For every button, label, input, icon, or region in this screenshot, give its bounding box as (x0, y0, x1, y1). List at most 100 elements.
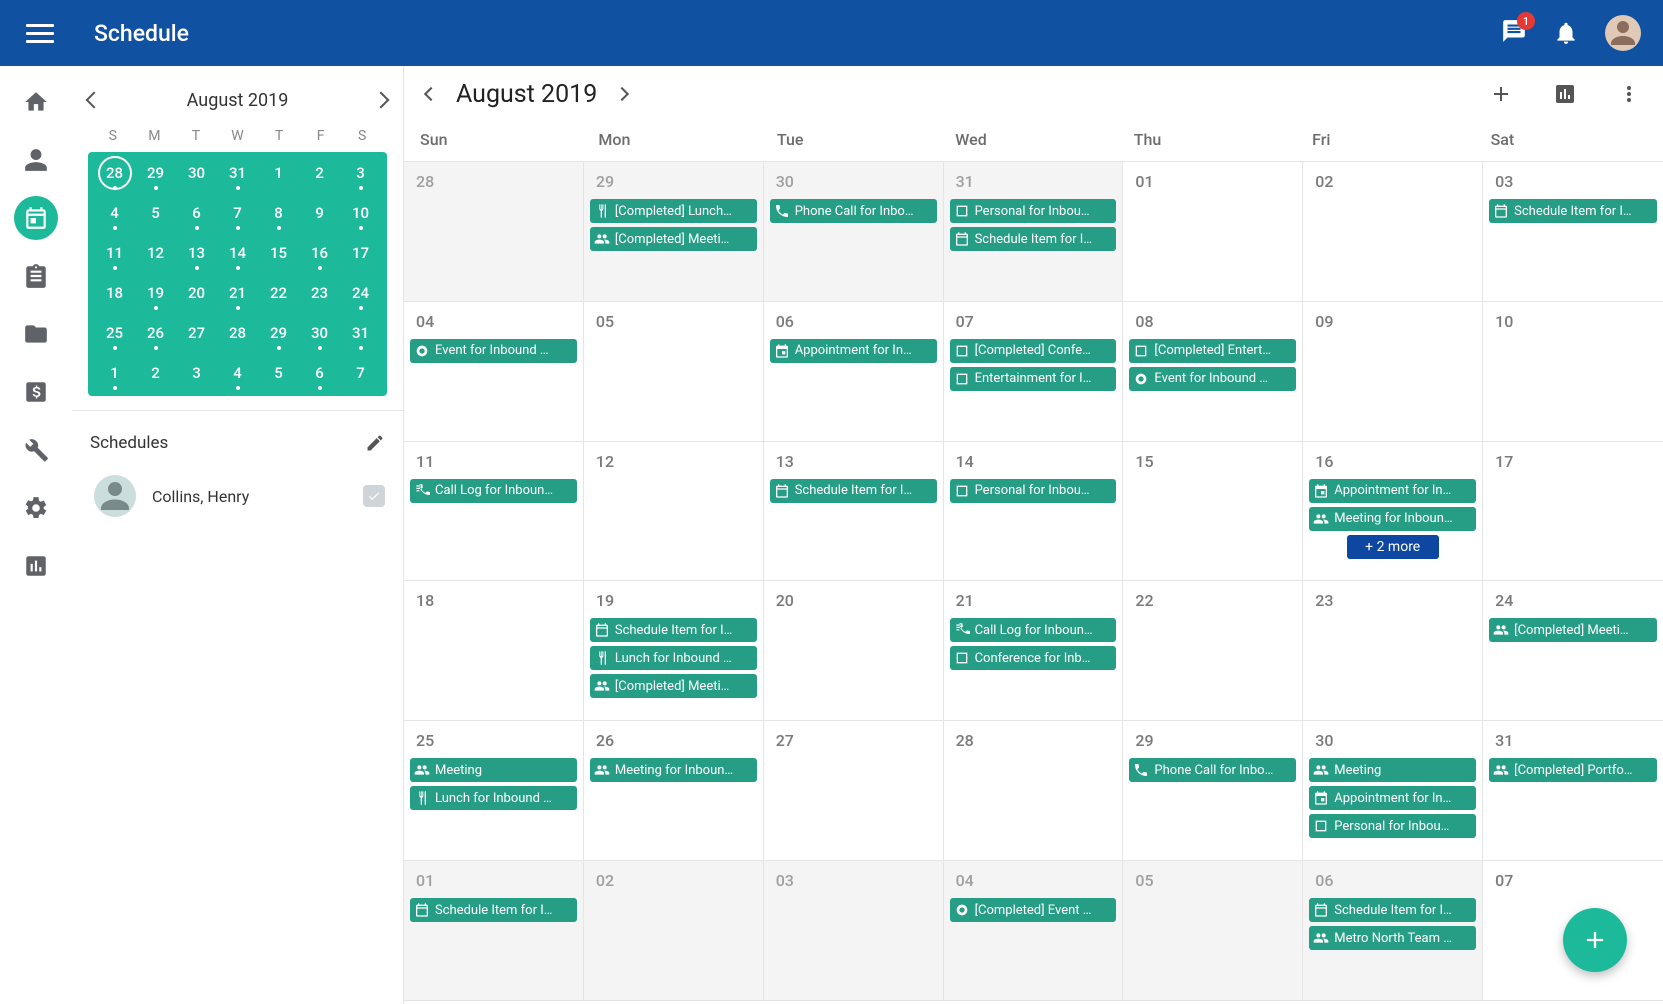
calendar-cell[interactable]: 06Schedule Item for I…Metro North Team … (1303, 861, 1483, 1001)
mini-cal-day[interactable]: 29 (135, 158, 176, 188)
fab-add-button[interactable] (1563, 908, 1627, 972)
calendar-cell[interactable]: 01 (1123, 162, 1303, 302)
mini-cal-day[interactable]: 31 (340, 318, 381, 348)
mini-cal-day[interactable]: 4 (217, 358, 258, 388)
more-menu-icon[interactable] (1617, 82, 1641, 106)
nav-home[interactable] (14, 80, 58, 124)
event-pill[interactable]: Metro North Team … (1309, 926, 1476, 950)
calendar-cell[interactable]: 19Schedule Item for I…Lunch for Inbound … (584, 581, 764, 721)
event-pill[interactable]: [Completed] Meeti… (1489, 618, 1657, 642)
calendar-cell[interactable]: 05 (1123, 861, 1303, 1001)
event-pill[interactable]: Meeting for Inboun… (1309, 507, 1476, 531)
mini-cal-day[interactable]: 9 (299, 198, 340, 228)
schedule-toggle[interactable] (363, 485, 385, 507)
mini-cal-day[interactable]: 17 (340, 238, 381, 268)
calendar-cell[interactable]: 21Call Log for Inboun…Conference for Inb… (944, 581, 1124, 721)
nav-files[interactable] (14, 312, 58, 356)
mini-cal-day[interactable]: 7 (340, 358, 381, 388)
event-pill[interactable]: Call Log for Inboun… (950, 618, 1117, 642)
calendar-cell[interactable]: 03Schedule Item for I… (1483, 162, 1663, 302)
calendar-cell[interactable]: 01Schedule Item for I… (404, 861, 584, 1001)
event-pill[interactable]: Appointment for In… (1309, 479, 1476, 503)
mini-cal-day[interactable]: 30 (176, 158, 217, 188)
event-pill[interactable]: Lunch for Inbound … (590, 646, 757, 670)
mini-cal-prev[interactable] (86, 92, 103, 109)
calendar-cell[interactable]: 08[Completed] Entert…Event for Inbound … (1123, 302, 1303, 442)
mini-cal-day[interactable]: 1 (94, 358, 135, 388)
edit-schedules-icon[interactable] (365, 433, 385, 453)
calendar-cell[interactable]: 17 (1483, 442, 1663, 582)
month-next[interactable] (615, 87, 629, 101)
mini-cal-day[interactable]: 2 (299, 158, 340, 188)
nav-reports[interactable] (14, 544, 58, 588)
calendar-cell[interactable]: 22 (1123, 581, 1303, 721)
mini-cal-day[interactable]: 5 (258, 358, 299, 388)
calendar-cell[interactable]: 12 (584, 442, 764, 582)
mini-cal-day[interactable]: 22 (258, 278, 299, 308)
mini-cal-day[interactable]: 24 (340, 278, 381, 308)
event-pill[interactable]: [Completed] Lunch… (590, 199, 757, 223)
calendar-cell[interactable]: 27 (764, 721, 944, 861)
mini-cal-day[interactable]: 11 (94, 238, 135, 268)
calendar-cell[interactable]: 02 (584, 861, 764, 1001)
mini-cal-day[interactable]: 8 (258, 198, 299, 228)
mini-cal-day[interactable]: 12 (135, 238, 176, 268)
mini-cal-day[interactable]: 28 (217, 318, 258, 348)
calendar-cell[interactable]: 06Appointment for In… (764, 302, 944, 442)
more-events-button[interactable]: + 2 more (1347, 535, 1439, 559)
event-pill[interactable]: Event for Inbound … (1129, 367, 1296, 391)
month-prev[interactable] (424, 87, 438, 101)
user-avatar[interactable] (1605, 15, 1641, 51)
calendar-cell[interactable]: 31[Completed] Portfo… (1483, 721, 1663, 861)
menu-toggle-button[interactable] (26, 19, 54, 47)
event-pill[interactable]: [Completed] Meeti… (590, 227, 757, 251)
nav-tools[interactable] (14, 428, 58, 472)
mini-cal-day[interactable]: 23 (299, 278, 340, 308)
calendar-cell[interactable]: 03 (764, 861, 944, 1001)
nav-settings[interactable] (14, 486, 58, 530)
calendar-cell[interactable]: 28 (944, 721, 1124, 861)
event-pill[interactable]: Schedule Item for I… (410, 898, 577, 922)
event-pill[interactable]: Lunch for Inbound … (410, 786, 577, 810)
mini-cal-day[interactable]: 16 (299, 238, 340, 268)
calendar-cell[interactable]: 07[Completed] Confe…Entertainment for I… (944, 302, 1124, 442)
calendar-cell[interactable]: 11Call Log for Inboun… (404, 442, 584, 582)
calendar-cell[interactable]: 15 (1123, 442, 1303, 582)
event-pill[interactable]: [Completed] Meeti… (590, 674, 757, 698)
event-pill[interactable]: Entertainment for I… (950, 367, 1117, 391)
calendar-cell[interactable]: 09 (1303, 302, 1483, 442)
mini-cal-day[interactable]: 2 (135, 358, 176, 388)
event-pill[interactable]: Event for Inbound … (410, 339, 577, 363)
mini-cal-day[interactable]: 28 (100, 158, 130, 188)
report-view-icon[interactable] (1553, 82, 1577, 106)
calendar-cell[interactable]: 10 (1483, 302, 1663, 442)
mini-cal-day[interactable]: 19 (135, 278, 176, 308)
event-pill[interactable]: [Completed] Confe… (950, 339, 1117, 363)
mini-cal-day[interactable]: 5 (135, 198, 176, 228)
calendar-cell[interactable]: 28 (404, 162, 584, 302)
schedule-row[interactable]: Collins, Henry (90, 461, 385, 517)
event-pill[interactable]: Conference for Inb… (950, 646, 1117, 670)
calendar-cell[interactable]: 29Phone Call for Inbo… (1123, 721, 1303, 861)
event-pill[interactable]: Phone Call for Inbo… (1129, 758, 1296, 782)
event-pill[interactable]: Schedule Item for I… (770, 479, 937, 503)
event-pill[interactable]: Personal for Inbou… (1309, 814, 1476, 838)
calendar-cell[interactable]: 05 (584, 302, 764, 442)
event-pill[interactable]: Phone Call for Inbo… (770, 199, 937, 223)
mini-cal-day[interactable]: 31 (217, 158, 258, 188)
mini-cal-day[interactable]: 25 (94, 318, 135, 348)
event-pill[interactable]: Meeting (1309, 758, 1476, 782)
calendar-cell[interactable]: 20 (764, 581, 944, 721)
mini-cal-day[interactable]: 10 (340, 198, 381, 228)
event-pill[interactable]: Personal for Inbou… (950, 199, 1117, 223)
calendar-cell[interactable]: 24[Completed] Meeti… (1483, 581, 1663, 721)
mini-cal-day[interactable]: 21 (217, 278, 258, 308)
calendar-cell[interactable]: 04Event for Inbound … (404, 302, 584, 442)
calendar-cell[interactable]: 04[Completed] Event … (944, 861, 1124, 1001)
mini-cal-day[interactable]: 27 (176, 318, 217, 348)
nav-schedule[interactable] (14, 196, 58, 240)
calendar-cell[interactable]: 25MeetingLunch for Inbound … (404, 721, 584, 861)
calendar-cell[interactable]: 13Schedule Item for I… (764, 442, 944, 582)
calendar-cell[interactable]: 30MeetingAppointment for In…Personal for… (1303, 721, 1483, 861)
event-pill[interactable]: [Completed] Portfo… (1489, 758, 1657, 782)
